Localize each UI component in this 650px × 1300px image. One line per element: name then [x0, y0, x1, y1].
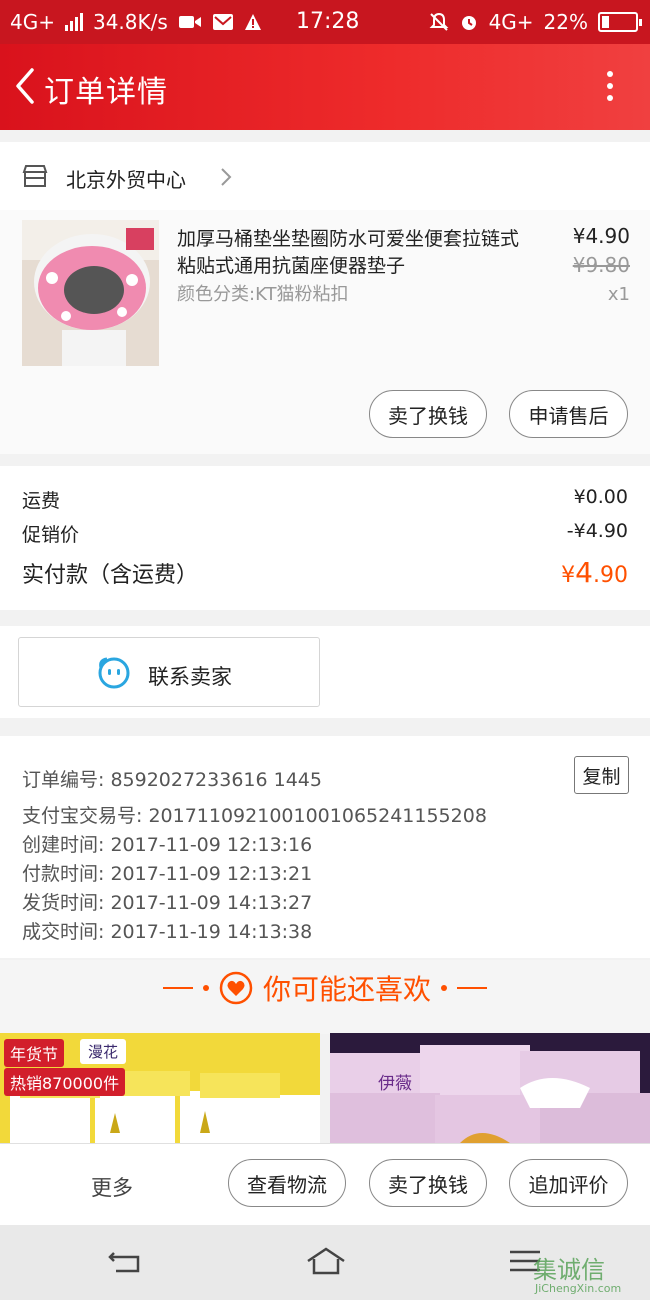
header-bar: 订单详情	[0, 44, 650, 130]
network-right-label: 4G+	[488, 10, 534, 34]
completed-time: 成交时间: 2017-11-19 14:13:38	[22, 921, 313, 943]
mail-icon	[212, 14, 233, 30]
system-home-icon[interactable]	[304, 1245, 348, 1277]
shipping-row: 运费 ¥0.00	[22, 486, 628, 513]
resell-bottom-button[interactable]: 卖了换钱	[369, 1159, 487, 1207]
after-sale-button[interactable]: 申请售后	[509, 390, 628, 438]
created-time: 创建时间: 2017-11-09 12:13:16	[22, 834, 313, 856]
recommend-header: 你可能还喜欢	[0, 960, 650, 1034]
contact-section: 联系卖家	[0, 626, 650, 718]
divider-left	[162, 987, 193, 989]
network-label: 4G+	[10, 10, 55, 34]
back-icon[interactable]	[10, 64, 40, 108]
more-menu-icon[interactable]	[606, 71, 614, 105]
alipay-number: 支付宝交易号: 2017110921001001065241155208	[22, 805, 487, 827]
bottom-action-bar: 更多 查看物流 卖了换钱 追加评价	[0, 1143, 650, 1225]
more-button[interactable]: 更多	[91, 1172, 133, 1202]
brand-label-right: 伊薇	[378, 1074, 412, 1094]
divider-right	[457, 987, 487, 989]
battery-percent: 22%	[543, 10, 588, 34]
order-info: 订单编号: 8592027233616 1445 复制 支付宝交易号: 2017…	[0, 736, 650, 958]
shipping-label: 运费	[22, 490, 61, 512]
status-time: 17:28	[296, 9, 360, 34]
product-price: ¥4.90	[572, 224, 630, 248]
promo-banner: 年货节	[4, 1039, 65, 1067]
promo-value: -¥4.90	[566, 520, 628, 542]
product-thumbnail[interactable]	[22, 220, 159, 366]
status-right: 4G+ 22%	[429, 10, 642, 34]
store-name[interactable]: 北京外贸中心	[66, 164, 186, 193]
shipped-time: 发货时间: 2017-11-09 14:13:27	[22, 892, 313, 914]
view-logistics-button[interactable]: 查看物流	[228, 1159, 346, 1207]
contact-seller-button[interactable]: 联系卖家	[18, 637, 320, 707]
video-icon	[178, 16, 201, 28]
warning-icon	[244, 14, 261, 30]
chat-face-icon	[98, 657, 130, 689]
total-label: 实付款（含运费）	[22, 563, 199, 588]
recommend-product-right[interactable]: 伊薇	[330, 1033, 650, 1143]
total-value: ¥4.90	[561, 556, 628, 589]
heart-icon	[219, 971, 253, 1005]
divider-dot-left	[202, 985, 209, 991]
divider-dot-right	[441, 985, 447, 991]
recommend-title: 你可能还喜欢	[262, 973, 431, 1006]
mute-bell-icon	[429, 12, 448, 31]
brand-label: 漫花	[80, 1039, 127, 1064]
promo-row: 促销价 -¥4.90	[22, 520, 628, 547]
copy-button[interactable]: 复制	[574, 756, 629, 794]
product-title[interactable]: 加厚马桶垫坐垫圈防水可爱坐便套拉链式粘贴式通用抗菌座便器垫子	[177, 226, 527, 280]
add-review-button[interactable]: 追加评价	[509, 1159, 628, 1207]
watermark-logo: 集诚信 JiChengXin.com	[533, 1250, 648, 1300]
chevron-right-icon	[221, 168, 232, 186]
product-quantity: x1	[607, 284, 630, 305]
total-row: 实付款（含运费） ¥4.90	[22, 556, 628, 589]
status-bar: 4G+ 34.8K/s 17:28 4G+ 22%	[0, 0, 650, 44]
order-item[interactable]: 加厚马桶垫坐垫圈防水可爱坐便套拉链式粘贴式通用抗菌座便器垫子 颜色分类:KT猫粉…	[0, 210, 650, 454]
signal-icon	[64, 13, 83, 31]
watermark-domain: JiChengXin.com	[535, 1282, 622, 1295]
system-back-icon[interactable]	[106, 1249, 144, 1275]
recommend-product-left[interactable]: 年货节 漫花 热销870000件	[0, 1033, 320, 1143]
product-sku: 颜色分类:KT猫粉粘扣	[177, 284, 349, 305]
watermark-text: 集诚信	[533, 1256, 605, 1284]
shop-icon	[22, 165, 48, 187]
total-decimal: .90	[593, 563, 628, 588]
total-currency: ¥	[561, 563, 576, 588]
order-number: 订单编号: 8592027233616 1445	[22, 769, 322, 791]
alarm-icon	[461, 16, 476, 30]
store-row[interactable]: 北京外贸中心	[0, 142, 650, 210]
shipping-value: ¥0.00	[573, 486, 628, 508]
page-title: 订单详情	[44, 75, 168, 110]
status-left: 4G+ 34.8K/s	[10, 10, 262, 34]
fee-summary: 运费 ¥0.00 促销价 -¥4.90 实付款（含运费） ¥4.90	[0, 466, 650, 610]
total-integer: 4	[575, 556, 593, 589]
toilet-seat-image	[22, 220, 159, 366]
battery-icon	[598, 12, 642, 32]
network-speed: 34.8K/s	[92, 10, 168, 34]
product-original-price: ¥9.80	[572, 253, 630, 277]
paid-time: 付款时间: 2017-11-09 12:13:21	[22, 863, 313, 885]
promo-label: 促销价	[22, 524, 80, 546]
resell-button[interactable]: 卖了换钱	[369, 390, 487, 438]
hot-sales-badge: 热销870000件	[4, 1068, 126, 1096]
contact-seller-label: 联系卖家	[148, 665, 232, 689]
